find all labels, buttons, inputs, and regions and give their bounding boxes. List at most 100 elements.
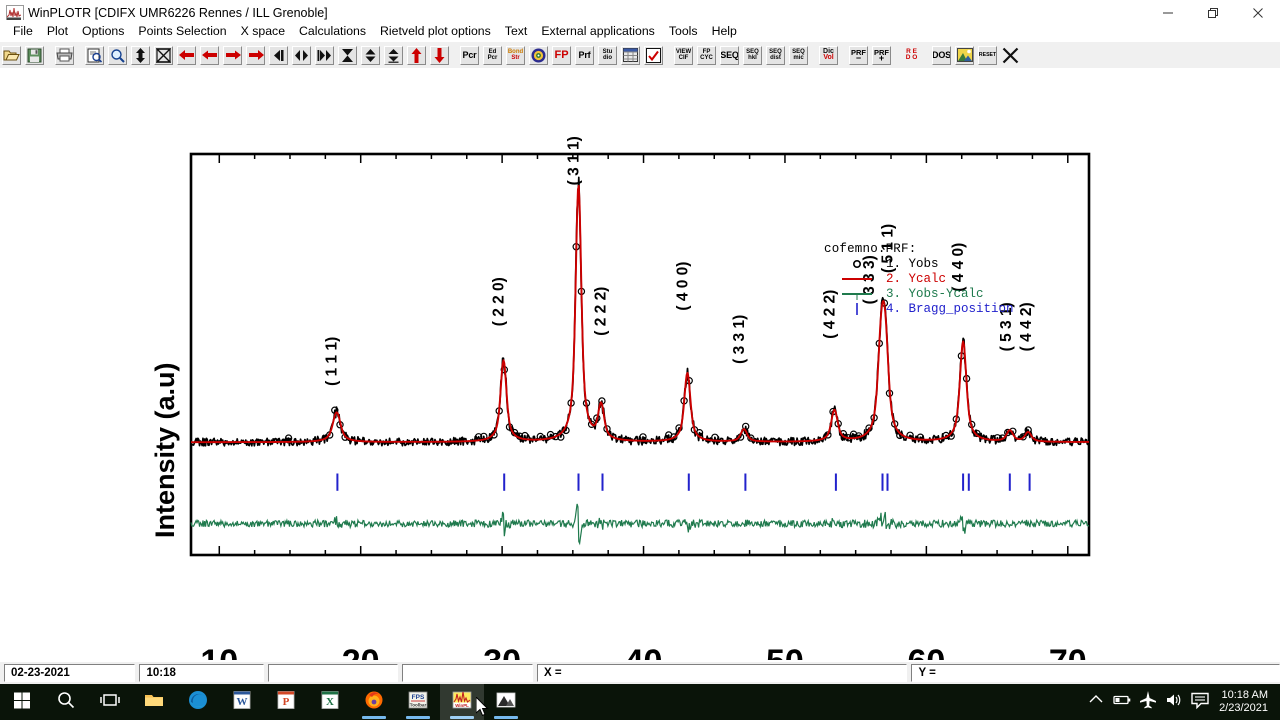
windows-icon <box>11 689 33 716</box>
check-button[interactable] <box>643 44 664 66</box>
compress-y-button[interactable] <box>337 44 358 66</box>
pcr-button[interactable]: Pcr <box>459 44 480 66</box>
zoom-button[interactable] <box>107 44 128 66</box>
peak-label: ( 2 2 2) <box>592 287 609 336</box>
menu-item-points-selection[interactable]: Points Selection <box>131 22 233 40</box>
menu-item-calculations[interactable]: Calculations <box>292 22 373 40</box>
move-up-button[interactable] <box>406 44 427 66</box>
fullprof-button[interactable]: FP <box>551 44 572 66</box>
battery-icon[interactable] <box>1109 684 1135 720</box>
save-file-button[interactable] <box>24 44 45 66</box>
airplane-mode-icon[interactable] <box>1135 684 1161 720</box>
dos-button[interactable]: DOS <box>931 44 952 66</box>
prf-plus-button[interactable]: PRF + <box>871 44 892 66</box>
menu-item-plot[interactable]: Plot <box>40 22 75 40</box>
svg-text:FPS: FPS <box>412 694 425 701</box>
fp-cyc-button[interactable]: FP CYC <box>696 44 717 66</box>
expand-vertical-button[interactable] <box>130 44 151 66</box>
legend-label: 1. Yobs <box>886 257 939 271</box>
chevron-up-icon <box>1085 689 1107 716</box>
data-grid-button[interactable] <box>620 44 641 66</box>
status-field-3 <box>268 664 398 682</box>
seq-hkl-button[interactable]: SEQ hkl <box>742 44 763 66</box>
shrink-vertical-button[interactable] <box>153 44 174 66</box>
legend-symbol-tick-icon <box>824 302 886 316</box>
expand-y-button[interactable] <box>383 44 404 66</box>
goto-end-button[interactable] <box>314 44 335 66</box>
menu-item-file[interactable]: File <box>6 22 40 40</box>
toolbar-separator <box>665 43 672 67</box>
open-file-button[interactable] <box>1 44 22 66</box>
winplotr-button[interactable]: WinPL <box>440 684 484 720</box>
status-x-readout: X = <box>536 664 908 682</box>
legend-entry-yobs-ycalc: 3. Yobs-Ycalc <box>824 287 1014 301</box>
fps-toolbar-icon: FPS Toolbar <box>407 689 429 716</box>
show-hidden-icons-button[interactable] <box>1083 684 1109 720</box>
start-button[interactable] <box>0 684 44 720</box>
move-down-button[interactable] <box>429 44 450 66</box>
speaker-icon <box>1163 689 1185 716</box>
file-explorer-button[interactable] <box>132 684 176 720</box>
goto-start-button[interactable] <box>268 44 289 66</box>
menu-item-x-space[interactable]: X space <box>234 22 292 40</box>
folder-icon <box>143 689 165 716</box>
word-button[interactable]: W <box>220 684 264 720</box>
x-tick-label: 10 <box>200 643 238 660</box>
seq-mic-button[interactable]: SEQ mic <box>788 44 809 66</box>
seq-button[interactable]: SEQ <box>719 44 740 66</box>
volume-icon[interactable] <box>1161 684 1187 720</box>
status-date: 02-23-2021 <box>4 664 136 682</box>
print-preview-button[interactable] <box>84 44 105 66</box>
peak-label: ( 4 0 0) <box>674 262 691 311</box>
firefox-button[interactable] <box>352 684 396 720</box>
redo-button[interactable]: R ED O <box>901 44 922 66</box>
search-button[interactable] <box>44 684 88 720</box>
task-view-icon <box>99 689 121 716</box>
menu-item-text[interactable]: Text <box>498 22 535 40</box>
dicvol-button[interactable]: Dic Vol <box>818 44 839 66</box>
toolbar-separator <box>923 43 930 67</box>
menu-item-options[interactable]: Options <box>75 22 131 40</box>
bond-str-button[interactable]: Bond Str <box>505 44 526 66</box>
action-center-button[interactable] <box>1187 684 1213 720</box>
menu-item-external-applications[interactable]: External applications <box>534 22 661 40</box>
legend-label: 2. Ycalc <box>886 272 947 286</box>
view-cif-button[interactable]: VIEW CIF <box>673 44 694 66</box>
prf-minus-button[interactable]: PRF − <box>848 44 869 66</box>
seq-dist-button[interactable]: SEQ dist <box>765 44 786 66</box>
plot-area[interactable]: Intensity (a.u) ( 1 1 1)( 2 2 0)( 3 1 1)… <box>0 68 1280 660</box>
photos-button[interactable] <box>484 684 528 720</box>
svg-text:P: P <box>283 696 290 708</box>
prf-button[interactable]: Prf <box>574 44 595 66</box>
edge-button[interactable] <box>176 684 220 720</box>
exit-button[interactable] <box>1000 44 1021 66</box>
scroll-right-button[interactable] <box>222 44 243 66</box>
battery-icon <box>1111 689 1133 716</box>
studio-button[interactable]: Stu dio <box>597 44 618 66</box>
powerpoint-button[interactable]: P <box>264 684 308 720</box>
gfourier-button[interactable] <box>528 44 549 66</box>
menu-item-rietveld-plot-options[interactable]: Rietveld plot options <box>373 22 498 40</box>
scroll-left-button[interactable] <box>199 44 220 66</box>
edit-pcr-button[interactable]: Ed Pcr <box>482 44 503 66</box>
diffraction-plot[interactable]: ( 1 1 1) ( 2 2 0) ( 3 1 1) ( 2 2 2) ( 4 0 0)… <box>0 68 1280 660</box>
excel-icon: X <box>319 689 341 716</box>
firefox-icon <box>363 689 385 716</box>
scroll-left-fast-button[interactable] <box>176 44 197 66</box>
shift-y-button[interactable] <box>360 44 381 66</box>
task-view-button[interactable] <box>88 684 132 720</box>
yobs-minus-ycalc-series <box>190 503 1090 546</box>
menu-item-tools[interactable]: Tools <box>662 22 705 40</box>
print-button[interactable] <box>54 44 75 66</box>
menu-item-help[interactable]: Help <box>705 22 744 40</box>
powerpoint-icon: P <box>275 689 297 716</box>
fps-toolbar-button[interactable]: FPS Toolbar <box>396 684 440 720</box>
expand-horizontal-button[interactable] <box>291 44 312 66</box>
excel-button[interactable]: X <box>308 684 352 720</box>
taskbar-clock[interactable]: 10:18 AM 2/23/2021 <box>1213 684 1280 720</box>
reset-button[interactable]: RESET <box>977 44 998 66</box>
image-view-button[interactable] <box>954 44 975 66</box>
legend-label: 4. Bragg_position <box>886 302 1014 316</box>
clock-date: 2/23/2021 <box>1219 702 1268 714</box>
scroll-right-fast-button[interactable] <box>245 44 266 66</box>
